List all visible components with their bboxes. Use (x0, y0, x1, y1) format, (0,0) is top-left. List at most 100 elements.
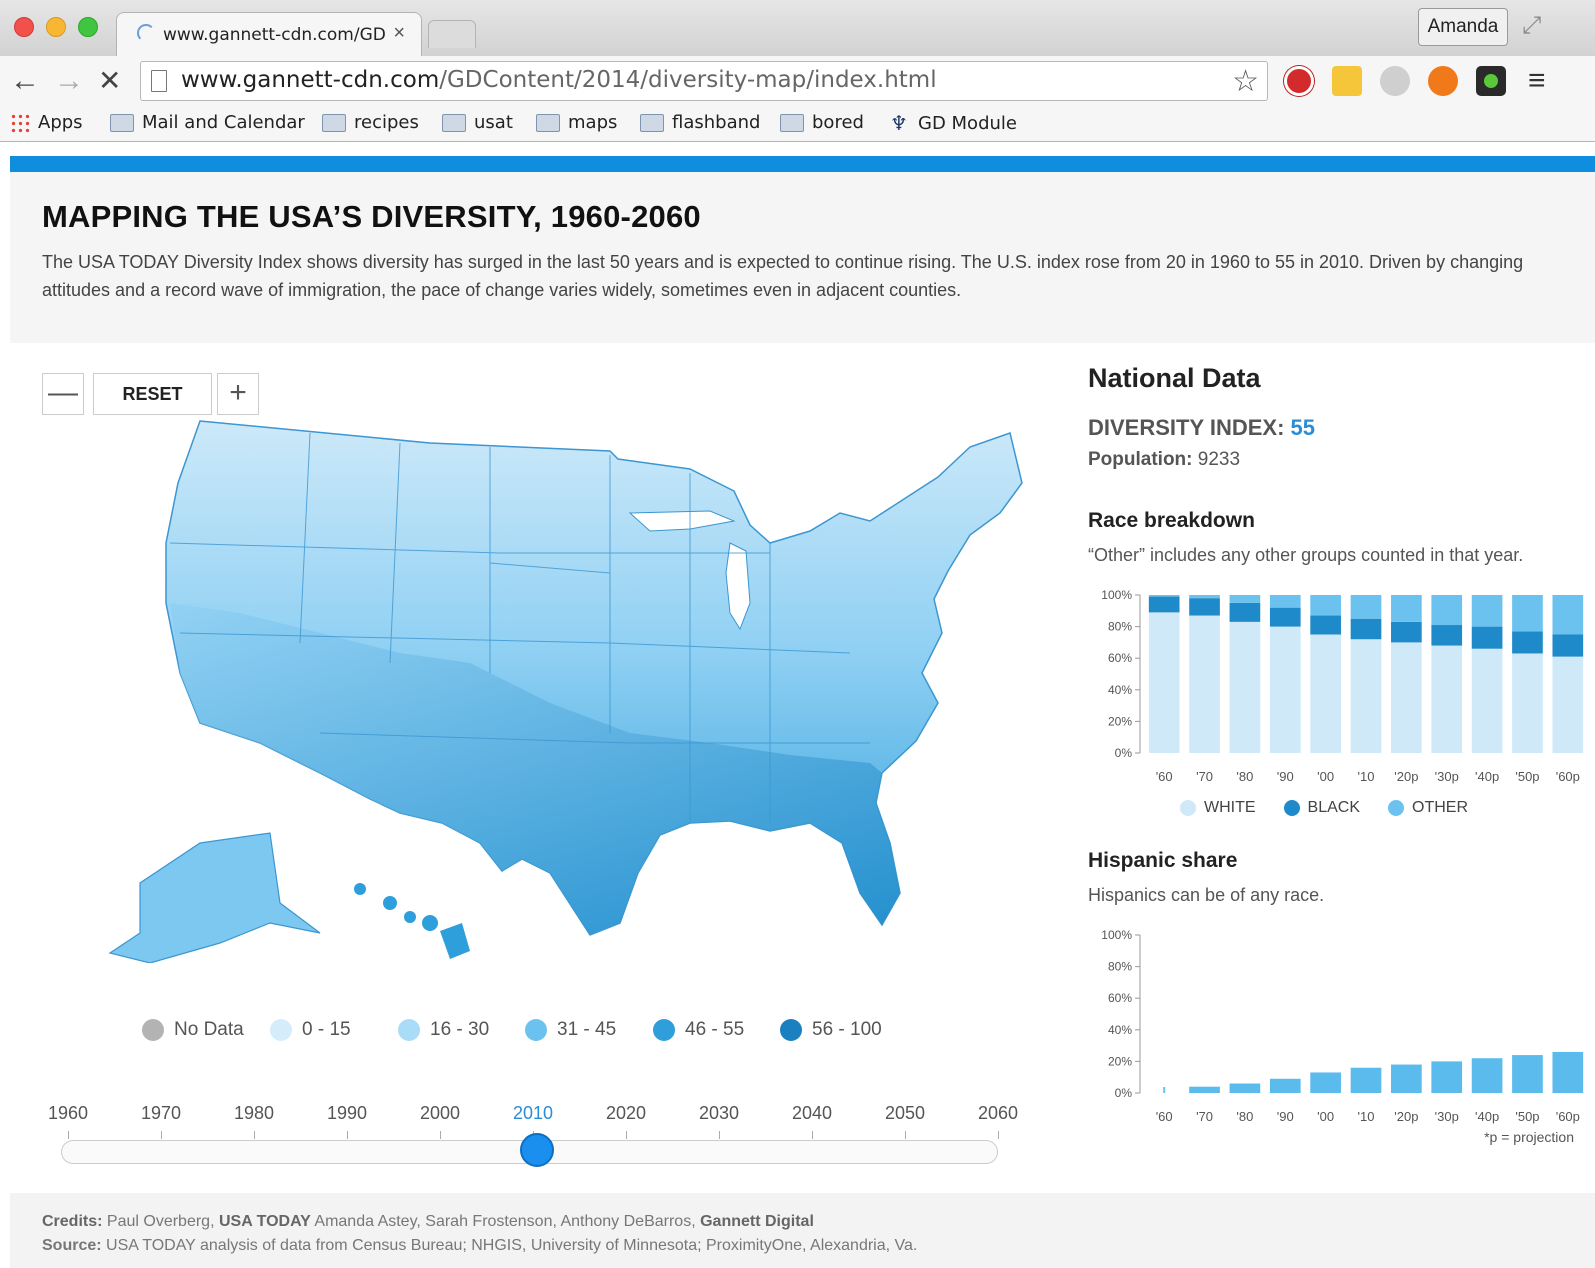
green-dot-extension-icon[interactable] (1476, 66, 1506, 96)
bar-other[interactable] (1391, 595, 1422, 622)
bar-black[interactable] (1512, 631, 1543, 654)
bookmark-maps[interactable]: maps (536, 112, 617, 133)
bar-white[interactable] (1269, 626, 1301, 753)
bar-hispanic[interactable] (1229, 1083, 1261, 1093)
bookmark-star-icon[interactable]: ☆ (1232, 64, 1259, 99)
bookmark-mail-and-calendar[interactable]: Mail and Calendar (110, 112, 305, 133)
back-arrow-icon[interactable]: ← (10, 64, 40, 98)
bar-hispanic[interactable] (1471, 1058, 1503, 1093)
bar-hispanic[interactable] (1431, 1061, 1463, 1093)
fire-extension-icon[interactable] (1428, 66, 1458, 96)
bookmark-flashband[interactable]: flashband (640, 112, 760, 133)
timeline-year-2030[interactable]: 2030 (689, 1103, 749, 1124)
bar-white[interactable] (1512, 653, 1543, 753)
timeline-year-2060[interactable]: 2060 (968, 1103, 1028, 1124)
x-tick-label: '60p (1556, 769, 1580, 784)
bar-other[interactable] (1269, 595, 1301, 608)
race-breakdown-chart[interactable]: 0% 20% 40% 60% 80% 100% '60 '70 '80 '90 '00 '10 '20p… (1088, 579, 1588, 785)
bar-other[interactable] (1148, 595, 1180, 597)
bar-other[interactable] (1350, 595, 1382, 619)
bar-hispanic[interactable] (1350, 1067, 1382, 1093)
bar-other[interactable] (1471, 595, 1503, 627)
bar-black[interactable] (1350, 618, 1382, 640)
legend-label: 56 - 100 (812, 1019, 882, 1040)
bar-black[interactable] (1310, 615, 1341, 635)
bar-white[interactable] (1471, 648, 1503, 753)
bar-other[interactable] (1229, 595, 1261, 603)
bar-black[interactable] (1552, 634, 1584, 657)
tab-close-icon[interactable]: × (393, 22, 405, 45)
bar-hispanic[interactable] (1391, 1064, 1422, 1093)
timeline-slider-knob[interactable] (520, 1133, 554, 1167)
minimize-window-button[interactable] (46, 17, 66, 37)
x-tick-label: '60 (1156, 769, 1173, 784)
bar-other[interactable] (1310, 595, 1341, 616)
bar-other[interactable] (1512, 595, 1543, 632)
us-county-map[interactable] (70, 403, 1030, 963)
bookmark-bored[interactable]: bored (780, 112, 864, 133)
url-text[interactable]: www.gannett-cdn.com/GDContent/2014/diver… (181, 67, 937, 93)
bar-black[interactable] (1471, 626, 1503, 649)
x-tick-label: '20p (1394, 769, 1418, 784)
y-tick-label: 40% (1108, 683, 1132, 697)
bar-white[interactable] (1350, 639, 1382, 753)
close-window-button[interactable] (14, 17, 34, 37)
bookmark-recipes[interactable]: recipes (322, 112, 419, 133)
bar-black[interactable] (1269, 607, 1301, 627)
bar-hispanic[interactable] (1552, 1051, 1584, 1093)
folder-icon (780, 113, 804, 132)
bar-white[interactable] (1391, 642, 1422, 753)
bar-black[interactable] (1148, 596, 1180, 613)
apps-grid-icon (10, 112, 30, 133)
fullscreen-icon[interactable]: ⤢ (1522, 12, 1541, 40)
bar-white[interactable] (1189, 615, 1220, 753)
bar-black[interactable] (1431, 625, 1463, 646)
timeline-year-1980[interactable]: 1980 (224, 1103, 284, 1124)
bar-black[interactable] (1391, 621, 1422, 643)
adblock-extension-icon[interactable] (1284, 66, 1314, 96)
new-tab-button[interactable] (428, 20, 476, 48)
bar-other[interactable] (1552, 595, 1584, 635)
address-bar[interactable]: www.gannett-cdn.com/GDContent/2014/diver… (140, 61, 1268, 101)
browser-menu-icon[interactable]: ≡ (1528, 64, 1546, 98)
bar-hispanic[interactable] (1189, 1086, 1220, 1093)
bar-other[interactable] (1189, 595, 1220, 599)
legend-item-white: WHITE (1180, 799, 1256, 817)
timeline-year-1990[interactable]: 1990 (317, 1103, 377, 1124)
timeline-year-1970[interactable]: 1970 (131, 1103, 191, 1124)
y-tick-label: 100% (1101, 928, 1132, 942)
stop-loading-icon[interactable]: ✕ (98, 64, 121, 97)
timeline-year-1960[interactable]: 1960 (38, 1103, 98, 1124)
bar-hispanic[interactable] (1310, 1072, 1341, 1093)
timeline-tick (161, 1131, 162, 1139)
timeline-year-2050[interactable]: 2050 (875, 1103, 935, 1124)
bookmarks-bar: Apps Mail and Calendar recipes usat maps… (0, 106, 1595, 142)
star-extension-icon[interactable] (1332, 66, 1362, 96)
bar-hispanic[interactable] (1512, 1055, 1543, 1093)
bookmark-gd-module[interactable]: ♆ GD Module (890, 112, 1017, 134)
timeline-year-2000[interactable]: 2000 (410, 1103, 470, 1124)
forward-arrow-icon[interactable]: → (54, 64, 84, 98)
bar-white[interactable] (1229, 621, 1261, 753)
bar-black[interactable] (1229, 602, 1261, 622)
ghost-extension-icon[interactable] (1380, 66, 1410, 96)
profile-button[interactable]: Amanda (1418, 8, 1508, 46)
bar-other[interactable] (1431, 595, 1463, 626)
timeline-tick (998, 1131, 999, 1139)
timeline-year-2020[interactable]: 2020 (596, 1103, 656, 1124)
maximize-window-button[interactable] (78, 17, 98, 37)
bar-white[interactable] (1310, 634, 1341, 754)
credits-text-2: Amanda Astey, Sarah Frostenson, Anthony … (314, 1213, 696, 1230)
bar-white[interactable] (1552, 656, 1584, 753)
bookmark-usat[interactable]: usat (442, 112, 513, 133)
hispanic-share-chart[interactable]: 0% 20% 40% 60% 80% 100% '60 '70 '80 '90 '00 '10 '20p… (1088, 919, 1588, 1125)
timeline-year-2010[interactable]: 2010 (503, 1103, 563, 1124)
bar-hispanic[interactable] (1269, 1078, 1301, 1093)
bar-white[interactable] (1431, 645, 1463, 753)
legend-swatch (270, 1019, 292, 1041)
bookmark-apps[interactable]: Apps (10, 112, 83, 133)
timeline-year-2040[interactable]: 2040 (782, 1103, 842, 1124)
bar-black[interactable] (1189, 598, 1220, 616)
bar-white[interactable] (1148, 612, 1180, 753)
active-tab[interactable]: www.gannett-cdn.com/GD × (116, 12, 422, 56)
